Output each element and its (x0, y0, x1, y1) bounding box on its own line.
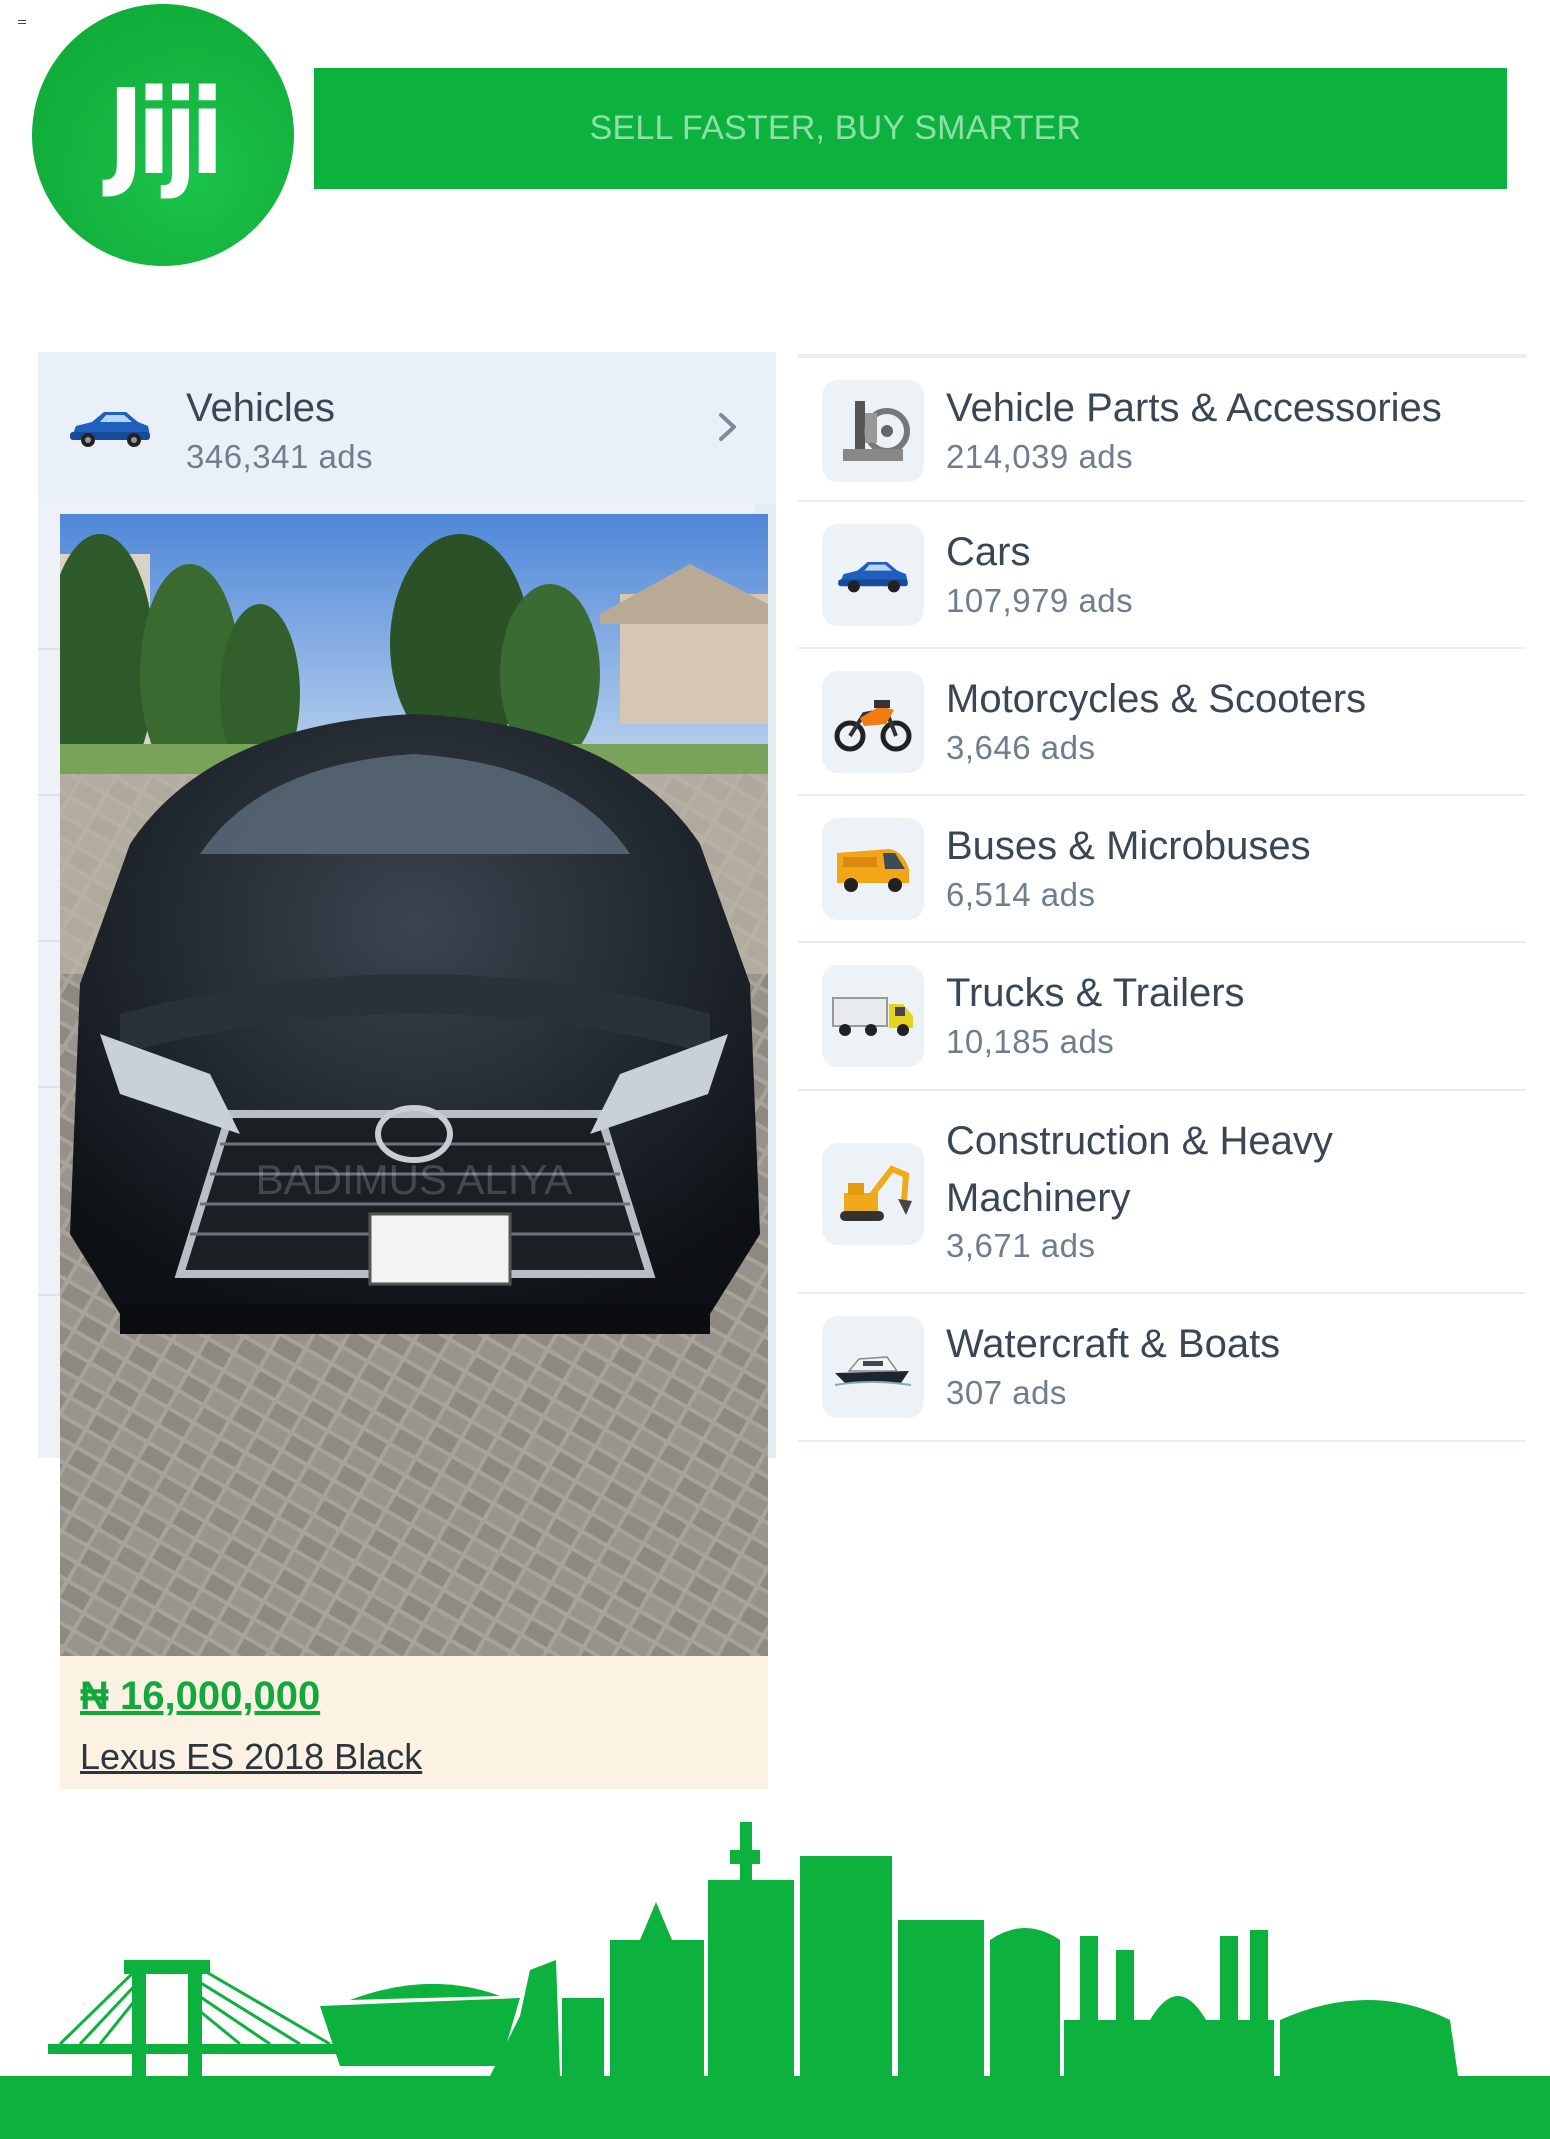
subcategory-item[interactable]: Construction & Heavy Machinery 3,671 ads (798, 1091, 1526, 1294)
featured-ad-card[interactable]: BADIMUS ALIYA ₦ 16,000,000 Lexus ES 2018… (60, 514, 768, 1789)
car-icon (68, 404, 152, 455)
menu-mark (18, 20, 26, 24)
photo-watermark: BADIMUS ALIYA (256, 1156, 573, 1203)
subcategory-item[interactable]: Cars 107,979 ads (798, 502, 1526, 649)
chevron-right-icon[interactable] (710, 410, 744, 444)
row-separator (38, 940, 60, 942)
subcategory-title: Vehicle Parts & Accessories (946, 386, 1442, 430)
truck-icon (822, 965, 924, 1067)
bus-icon (822, 818, 924, 920)
car-icon (822, 524, 924, 626)
subcategory-title: Trucks & Trailers (946, 971, 1245, 1015)
boat-icon (822, 1316, 924, 1418)
subcategory-count: 10,185 ads (946, 1023, 1115, 1060)
subcategory-title: Watercraft & Boats (946, 1322, 1281, 1366)
row-separator (38, 1086, 60, 1088)
category-count: 346,341 ads (186, 438, 374, 475)
city-skyline-graphic (0, 1822, 1550, 2139)
subcategory-item[interactable]: Motorcycles & Scooters 3,646 ads (798, 649, 1526, 796)
ad-footer: ₦ 16,000,000 Lexus ES 2018 Black (60, 1656, 768, 1789)
excavator-icon (822, 1143, 924, 1245)
subcategory-count: 3,646 ads (946, 729, 1096, 766)
row-separator (38, 794, 60, 796)
subcategory-title: Cars (946, 530, 1031, 574)
jiji-logo[interactable]: Jiji (32, 4, 294, 266)
subcategory-item[interactable]: Watercraft & Boats 307 ads (798, 1294, 1526, 1442)
subcategory-count: 3,671 ads (946, 1227, 1096, 1264)
tagline-banner: SELL FASTER, BUY SMARTER (314, 68, 1507, 189)
subcategory-item[interactable]: Trucks & Trailers 10,185 ads (798, 943, 1526, 1091)
ad-title[interactable]: Lexus ES 2018 Black (80, 1736, 422, 1778)
subcategory-item[interactable]: Buses & Microbuses 6,514 ads (798, 796, 1526, 943)
ad-photo[interactable]: BADIMUS ALIYA (60, 514, 768, 1656)
subcategory-count: 6,514 ads (946, 876, 1096, 913)
logo-text: Jiji (108, 63, 224, 201)
subcategory-count: 107,979 ads (946, 582, 1134, 619)
subcategory-count: 214,039 ads (946, 438, 1134, 475)
row-separator (38, 1294, 60, 1296)
ad-price[interactable]: ₦ 16,000,000 (80, 1674, 320, 1719)
subcategory-count: 307 ads (946, 1374, 1067, 1411)
subcategory-item[interactable]: Vehicle Parts & Accessories 214,039 ads (798, 354, 1526, 502)
tagline-text: SELL FASTER, BUY SMARTER (589, 109, 1082, 147)
subcategory-title: Motorcycles & Scooters (946, 677, 1367, 721)
motorcycle-icon (822, 671, 924, 773)
subcategory-title: Construction & Heavy Machinery (946, 1119, 1333, 1220)
subcategory-title: Buses & Microbuses (946, 824, 1311, 868)
category-vehicles[interactable]: Vehicles 346,341 ads (38, 352, 776, 504)
category-title: Vehicles (186, 386, 335, 430)
row-separator (38, 648, 60, 650)
vehicle-parts-icon (822, 380, 924, 482)
